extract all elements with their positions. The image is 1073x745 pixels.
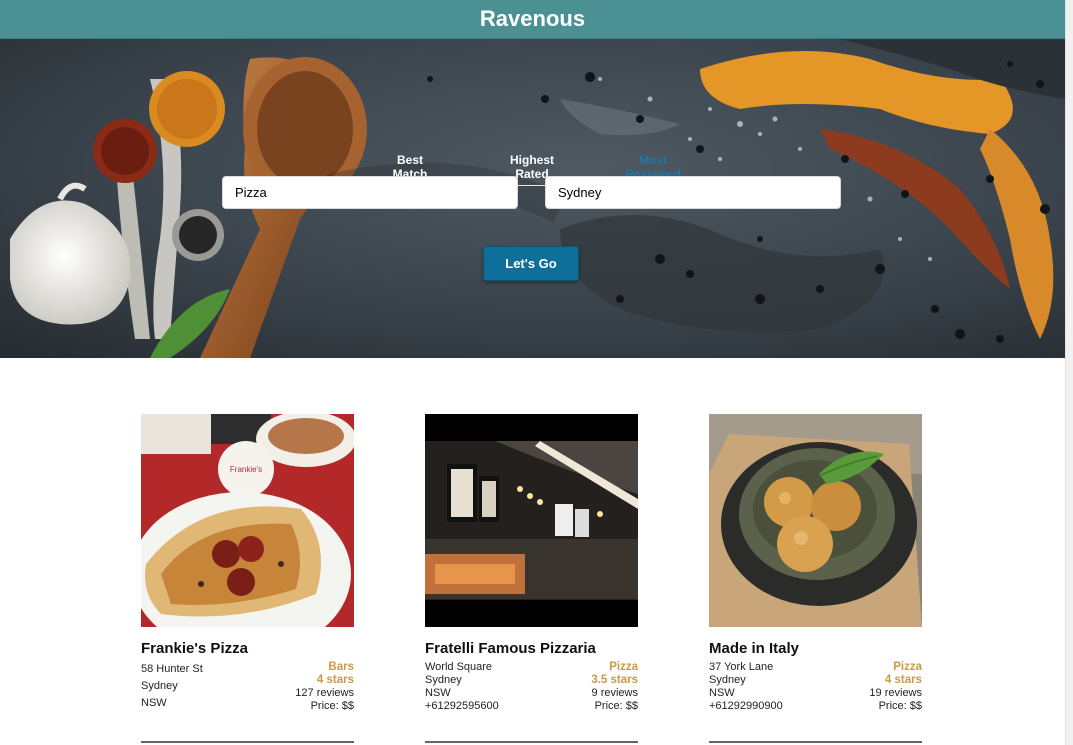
business-rating: 4 stars xyxy=(884,674,922,686)
business-image-restaurant-interior xyxy=(425,414,638,627)
address-line: NSW xyxy=(425,687,451,699)
lets-go-button[interactable]: Let's Go xyxy=(483,246,579,281)
business-rating: 4 stars xyxy=(316,674,354,686)
address-line: Sydney xyxy=(141,680,178,692)
business-name: Made in Italy xyxy=(709,640,800,657)
app-header: Ravenous xyxy=(0,0,1065,39)
price-level: Price: $$ xyxy=(594,700,638,712)
address-line: Sydney xyxy=(425,674,462,686)
search-location-input[interactable] xyxy=(545,176,841,209)
tab-label: Best xyxy=(396,153,423,167)
business-address: 37 York Lane Sydney NSW +61292990900 xyxy=(709,661,783,713)
card-divider xyxy=(425,741,638,743)
address-line: 37 York Lane xyxy=(709,661,774,673)
price-level: Price: $$ xyxy=(878,700,922,712)
review-count: 127 reviews xyxy=(295,687,354,699)
app-title: Ravenous xyxy=(479,6,586,31)
svg-text:Frankie's: Frankie's xyxy=(230,465,262,474)
business-category: Bars xyxy=(328,661,354,673)
spice-background-image xyxy=(0,39,1065,358)
business-category: Pizza xyxy=(893,661,922,673)
business-name: Fratelli Famous Pizzaria xyxy=(425,640,596,657)
card-divider xyxy=(141,741,354,743)
phone-number: +61292595600 xyxy=(425,700,499,712)
search-hero: Best Match Highest Rated Most Reviewed L… xyxy=(0,39,1065,358)
business-address: 58 Hunter St Sydney NSW xyxy=(141,661,203,712)
review-count: 9 reviews xyxy=(591,687,638,699)
business-reviews: Pizza 4 stars 19 reviews Price: $$ xyxy=(869,661,922,713)
business-card[interactable]: Made in Italy 37 York Lane Sydney NSW +6… xyxy=(709,414,922,745)
address-line: World Square xyxy=(425,661,493,673)
business-card[interactable]: Fratelli Famous Pizzaria World Square Sy… xyxy=(425,414,638,745)
business-address: World Square Sydney NSW +61292595600 xyxy=(425,661,499,713)
price-level: Price: $$ xyxy=(310,700,354,712)
app-page: Ravenous Best Match Highest Rated Most R… xyxy=(0,0,1073,745)
business-card[interactable]: Frankie's Frankie's Pizza 58 Hunter St S… xyxy=(141,414,354,745)
page-scrollbar[interactable] xyxy=(1065,0,1073,745)
address-line: Sydney xyxy=(709,674,746,686)
business-image-pizza-slice: Frankie's xyxy=(141,414,354,627)
phone-number: +61292990900 xyxy=(709,700,783,712)
business-name: Frankie's Pizza xyxy=(141,640,248,657)
tab-label: Highest xyxy=(509,153,554,167)
business-image-arancini xyxy=(709,414,922,627)
address-line: 58 Hunter St xyxy=(141,663,203,675)
address-line: NSW xyxy=(141,697,167,709)
search-term-input[interactable] xyxy=(222,176,518,209)
business-rating: 3.5 stars xyxy=(591,674,638,686)
business-category: Pizza xyxy=(609,661,638,673)
card-divider xyxy=(709,741,922,743)
review-count: 19 reviews xyxy=(869,687,922,699)
tab-label: Most xyxy=(639,153,667,167)
business-reviews: Bars 4 stars 127 reviews Price: $$ xyxy=(295,661,354,713)
address-line: NSW xyxy=(709,687,735,699)
business-reviews: Pizza 3.5 stars 9 reviews Price: $$ xyxy=(591,661,638,713)
